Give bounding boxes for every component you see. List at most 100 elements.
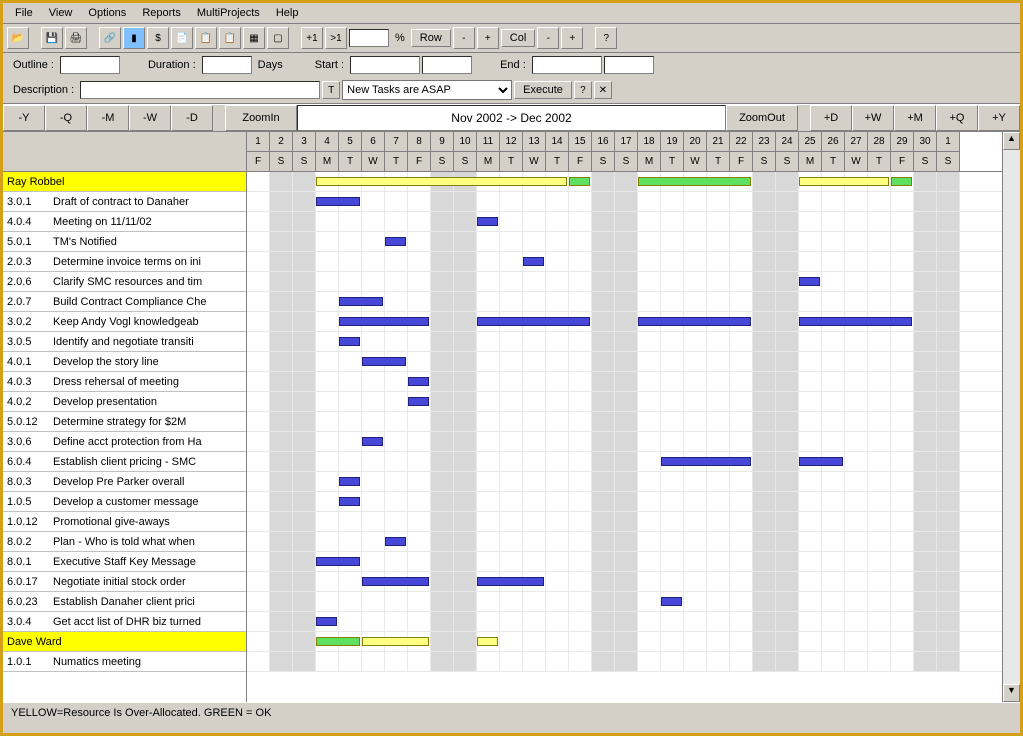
grid-icon[interactable]: ▦ xyxy=(243,27,265,49)
nav-plus-y[interactable]: +Y xyxy=(978,105,1020,131)
task-row[interactable]: 4.0.2Develop presentation xyxy=(3,392,246,412)
task-bar[interactable] xyxy=(661,457,751,466)
menu-options[interactable]: Options xyxy=(80,5,134,21)
task-row[interactable]: 2.0.7Build Contract Compliance Che xyxy=(3,292,246,312)
task-bar[interactable] xyxy=(385,237,406,246)
task-row[interactable]: 3.0.4Get acct list of DHR biz turned xyxy=(3,612,246,632)
bar-icon[interactable]: ▮ xyxy=(123,27,145,49)
task-bar[interactable] xyxy=(661,597,682,606)
task-row[interactable]: 3.0.2Keep Andy Vogl knowledgeab xyxy=(3,312,246,332)
col-plus[interactable]: + xyxy=(561,27,583,49)
start-time-input[interactable] xyxy=(422,56,472,74)
nav-plus-w[interactable]: +W xyxy=(852,105,894,131)
task-row[interactable]: 6.0.4Establish client pricing - SMC xyxy=(3,452,246,472)
menu-help[interactable]: Help xyxy=(268,5,307,21)
end-input[interactable] xyxy=(532,56,602,74)
task-bar[interactable] xyxy=(339,497,360,506)
task-bar[interactable] xyxy=(362,577,429,586)
row-plus[interactable]: + xyxy=(477,27,499,49)
blank-icon[interactable]: ▢ xyxy=(267,27,289,49)
nav-plus-q[interactable]: +Q xyxy=(936,105,978,131)
task-row[interactable]: 6.0.17Negotiate initial stock order xyxy=(3,572,246,592)
task-row[interactable]: 4.0.3Dress rehersal of meeting xyxy=(3,372,246,392)
link-icon[interactable]: 🔗 xyxy=(99,27,121,49)
task-row[interactable]: 8.0.1Executive Staff Key Message xyxy=(3,552,246,572)
task-row[interactable]: 3.0.5Identify and negotiate transiti xyxy=(3,332,246,352)
duration-input[interactable] xyxy=(202,56,252,74)
task-row[interactable]: 5.0.12Determine strategy for $2M xyxy=(3,412,246,432)
help2-icon[interactable]: ? xyxy=(574,81,592,99)
outline-input[interactable] xyxy=(60,56,120,74)
row-button[interactable]: Row xyxy=(411,29,451,47)
task-row[interactable]: 5.0.1TM's Notified xyxy=(3,232,246,252)
menu-multiprojects[interactable]: MultiProjects xyxy=(189,5,268,21)
task-bar[interactable] xyxy=(339,477,360,486)
execute-button[interactable]: Execute xyxy=(514,81,572,99)
col-minus[interactable]: - xyxy=(537,27,559,49)
task-bar[interactable] xyxy=(799,277,820,286)
row-minus[interactable]: - xyxy=(453,27,475,49)
save-icon[interactable]: 💾 xyxy=(41,27,63,49)
task-row[interactable]: 4.0.4Meeting on 11/11/02 xyxy=(3,212,246,232)
task-bar[interactable] xyxy=(316,557,360,566)
resource-row[interactable]: Ray Robbel xyxy=(3,172,246,192)
task-row[interactable]: 1.0.5Develop a customer message xyxy=(3,492,246,512)
task-bar[interactable] xyxy=(339,317,429,326)
nav-minus-d[interactable]: -D xyxy=(171,105,213,131)
task-row[interactable]: 2.0.3Determine invoice terms on ini xyxy=(3,252,246,272)
task-bar[interactable] xyxy=(316,197,360,206)
text-icon[interactable]: T xyxy=(322,81,340,99)
task-row[interactable]: 1.0.1Numatics meeting xyxy=(3,652,246,672)
task-row[interactable]: 3.0.1Draft of contract to Danaher xyxy=(3,192,246,212)
nav-minus-w[interactable]: -W xyxy=(129,105,171,131)
task-row[interactable]: 6.0.23Establish Danaher client prici xyxy=(3,592,246,612)
menu-view[interactable]: View xyxy=(41,5,81,21)
task-mode-select[interactable]: New Tasks are ASAP xyxy=(342,80,512,100)
help-icon[interactable]: ? xyxy=(595,27,617,49)
task-bar[interactable] xyxy=(408,377,429,386)
task-row[interactable]: 8.0.3Develop Pre Parker overall xyxy=(3,472,246,492)
open-icon[interactable]: 📂 xyxy=(7,27,29,49)
gt1-button[interactable]: >1 xyxy=(325,27,347,49)
nav-plus-d[interactable]: +D xyxy=(810,105,852,131)
task-bar[interactable] xyxy=(408,397,429,406)
task-bar[interactable] xyxy=(362,357,406,366)
task-bar[interactable] xyxy=(477,577,544,586)
task-bar[interactable] xyxy=(339,337,360,346)
nav-plus-m[interactable]: +M xyxy=(894,105,936,131)
percent-input[interactable] xyxy=(349,29,389,47)
description-input[interactable] xyxy=(80,81,320,99)
task-bar[interactable] xyxy=(477,317,590,326)
task-bar[interactable] xyxy=(316,617,337,626)
doc-icon[interactable]: 📄 xyxy=(171,27,193,49)
vertical-scrollbar[interactable]: ▲ ▼ xyxy=(1002,132,1020,702)
end-time-input[interactable] xyxy=(604,56,654,74)
paste-icon[interactable]: 📋 xyxy=(219,27,241,49)
menu-reports[interactable]: Reports xyxy=(134,5,189,21)
task-bar[interactable] xyxy=(799,317,912,326)
task-bar[interactable] xyxy=(339,297,383,306)
zoomin-button[interactable]: ZoomIn xyxy=(225,105,297,131)
menu-file[interactable]: File xyxy=(7,5,41,21)
scroll-down-icon[interactable]: ▼ xyxy=(1003,684,1020,702)
start-input[interactable] xyxy=(350,56,420,74)
plus1-button[interactable]: +1 xyxy=(301,27,323,49)
resource-row[interactable]: Dave Ward xyxy=(3,632,246,652)
close-icon[interactable]: ✕ xyxy=(594,81,612,99)
dollar-icon[interactable]: $ xyxy=(147,27,169,49)
task-bar[interactable] xyxy=(385,537,406,546)
task-row[interactable]: 4.0.1Develop the story line xyxy=(3,352,246,372)
scroll-up-icon[interactable]: ▲ xyxy=(1003,132,1020,150)
nav-minus-q[interactable]: -Q xyxy=(45,105,87,131)
col-button[interactable]: Col xyxy=(501,29,536,47)
task-bar[interactable] xyxy=(477,217,498,226)
task-bar[interactable] xyxy=(362,437,383,446)
task-row[interactable]: 3.0.6Define acct protection from Ha xyxy=(3,432,246,452)
task-bar[interactable] xyxy=(799,457,843,466)
print-icon[interactable]: 🖨 xyxy=(65,27,87,49)
zoomout-button[interactable]: ZoomOut xyxy=(726,105,798,131)
task-bar[interactable] xyxy=(638,317,751,326)
copy-icon[interactable]: 📋 xyxy=(195,27,217,49)
task-bar[interactable] xyxy=(523,257,544,266)
nav-minus-m[interactable]: -M xyxy=(87,105,129,131)
